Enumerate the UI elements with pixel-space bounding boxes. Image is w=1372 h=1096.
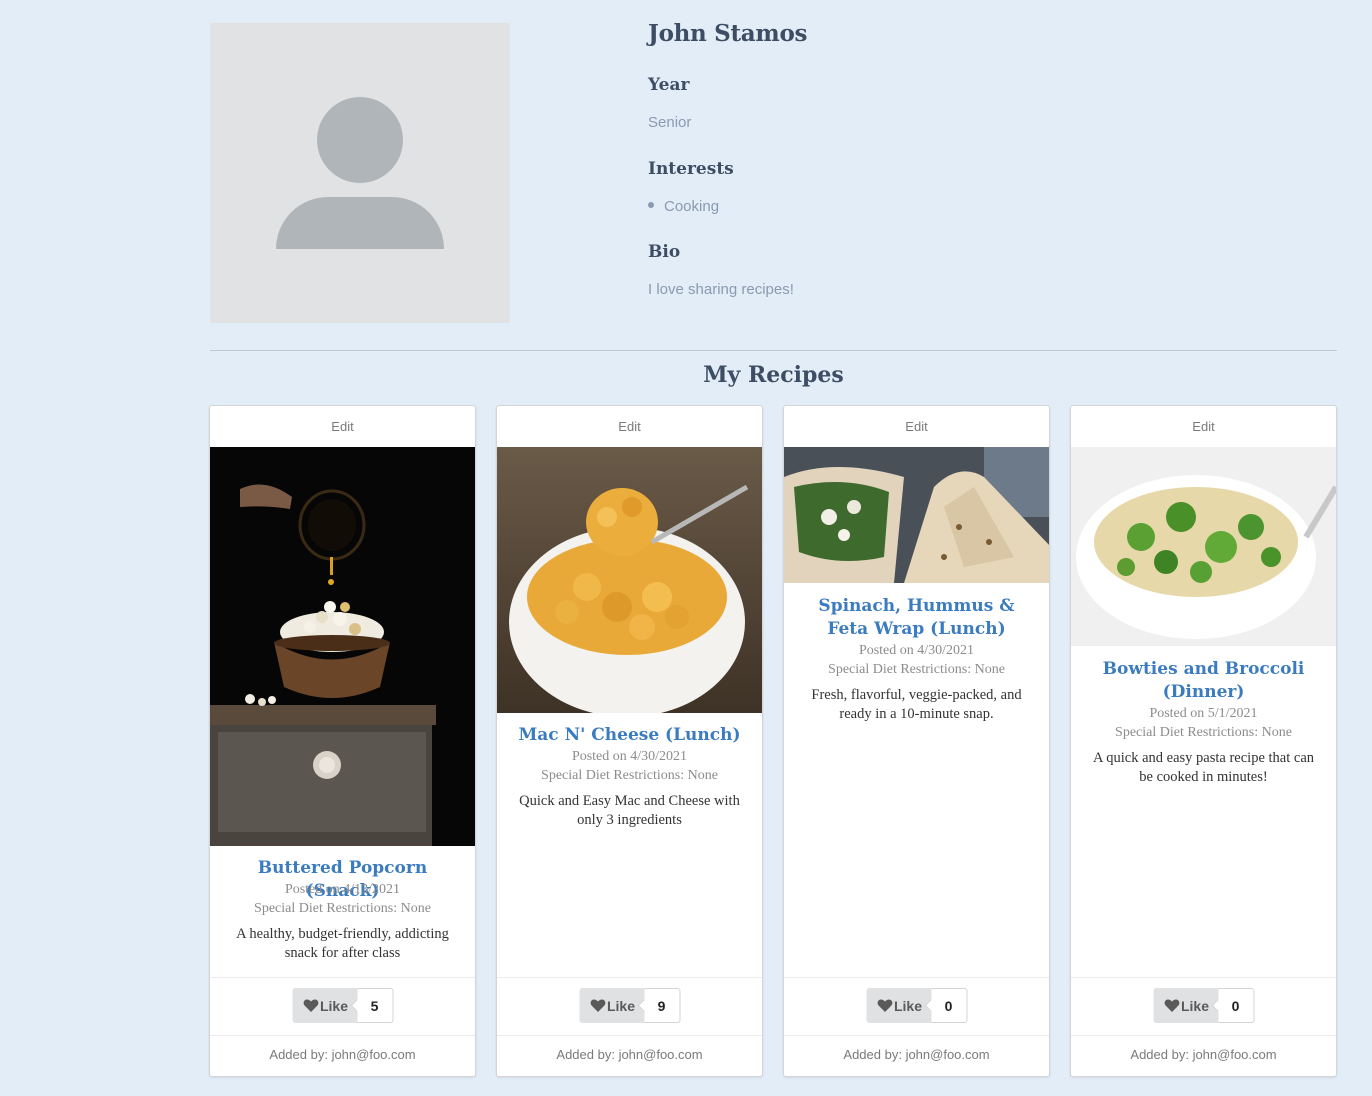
diet-restrictions: Special Diet Restrictions: None <box>828 662 1005 677</box>
like-label: Like <box>606 997 636 1014</box>
like-label: Like <box>319 997 349 1014</box>
card-separator <box>784 977 1049 978</box>
heart-icon <box>303 999 318 1012</box>
edit-link[interactable]: Edit <box>497 406 762 447</box>
like-widget: Like 9 <box>578 988 681 1023</box>
posted-date: Posted on 5/1/2021 <box>1149 706 1258 721</box>
like-widget: Like 0 <box>865 988 968 1023</box>
like-button[interactable]: Like <box>1152 988 1219 1023</box>
recipe-image <box>497 447 762 713</box>
posted-date: Posted on 4/30/2021 <box>571 749 688 764</box>
added-by: Added by: john@foo.com <box>269 1047 416 1062</box>
like-widget: Like 5 <box>291 988 394 1023</box>
like-button[interactable]: Like <box>291 988 358 1023</box>
heart-icon <box>1164 999 1179 1012</box>
recipe-description: A quick and easy pasta recipe that can b… <box>1092 750 1315 785</box>
heart-icon <box>590 999 605 1012</box>
avatar <box>210 23 510 323</box>
recipe-card: Edit Bowties and Broccoli (Dinner) Poste… <box>1070 405 1337 1077</box>
recipe-card: Edit Mac N' Cheese (Lunch) Posted on 4/3… <box>496 405 763 1077</box>
profile-name: John Stamos <box>648 20 808 47</box>
heart-icon <box>877 999 892 1012</box>
interests-label: Interests <box>648 159 734 179</box>
diet-restrictions: Special Diet Restrictions: None <box>254 901 431 916</box>
like-label: Like <box>1180 997 1210 1014</box>
profile-info: John Stamos Year Senior Interests Cookin… <box>648 20 808 298</box>
recipe-card: Edit Spinach, Hummus & Feta Wrap (Lunch)… <box>783 405 1050 1077</box>
recipe-title[interactable]: Spinach, Hummus & Feta Wrap (Lunch) <box>796 595 1037 641</box>
interest-label: Cooking <box>664 198 720 215</box>
diet-restrictions: Special Diet Restrictions: None <box>541 768 718 783</box>
diet-restrictions: Special Diet Restrictions: None <box>1115 725 1292 740</box>
recipe-description: A healthy, budget-friendly, addicting sn… <box>236 926 449 961</box>
profile-section: John Stamos Year Senior Interests Cookin… <box>210 20 1337 323</box>
recipe-image <box>784 447 1049 583</box>
recipe-description: Fresh, flavorful, veggie-packed, and rea… <box>811 687 1022 722</box>
edit-link[interactable]: Edit <box>784 406 1049 447</box>
added-by: Added by: john@foo.com <box>556 1047 703 1062</box>
recipe-image <box>210 447 475 846</box>
added-by: Added by: john@foo.com <box>1130 1047 1277 1062</box>
edit-link[interactable]: Edit <box>210 406 475 447</box>
like-button[interactable]: Like <box>865 988 932 1023</box>
card-separator <box>210 977 475 978</box>
added-by: Added by: john@foo.com <box>843 1047 990 1062</box>
section-title: My Recipes <box>703 362 844 388</box>
like-count: 9 <box>644 988 681 1023</box>
like-count: 0 <box>1218 988 1255 1023</box>
year-label: Year <box>648 75 690 95</box>
avatar-body-shape <box>276 197 444 249</box>
edit-link[interactable]: Edit <box>1071 406 1336 447</box>
bio-label: Bio <box>648 242 681 262</box>
like-label: Like <box>893 997 923 1014</box>
card-separator <box>1071 977 1336 978</box>
recipe-description: Quick and Easy Mac and Cheese with only … <box>519 793 740 828</box>
year-value: Senior <box>648 114 692 131</box>
recipe-card: Edit Buttered Popcorn (Snack) Posted on … <box>209 405 476 1077</box>
card-separator <box>497 977 762 978</box>
posted-date: Posted on 4/13/2021 <box>284 882 401 897</box>
like-count: 5 <box>357 988 394 1023</box>
divider <box>210 350 1337 351</box>
bullet-icon <box>648 202 654 209</box>
like-count: 0 <box>931 988 968 1023</box>
like-button[interactable]: Like <box>578 988 645 1023</box>
recipe-title[interactable]: Mac N' Cheese (Lunch) <box>509 724 750 747</box>
bio-value: I love sharing recipes! <box>648 281 794 298</box>
interest-item: Cooking <box>648 198 719 215</box>
avatar-placeholder-icon <box>317 97 403 183</box>
posted-date: Posted on 4/30/2021 <box>858 643 975 658</box>
recipe-title[interactable]: Bowties and Broccoli (Dinner) <box>1083 658 1324 704</box>
recipe-image <box>1071 447 1336 646</box>
like-widget: Like 0 <box>1152 988 1255 1023</box>
